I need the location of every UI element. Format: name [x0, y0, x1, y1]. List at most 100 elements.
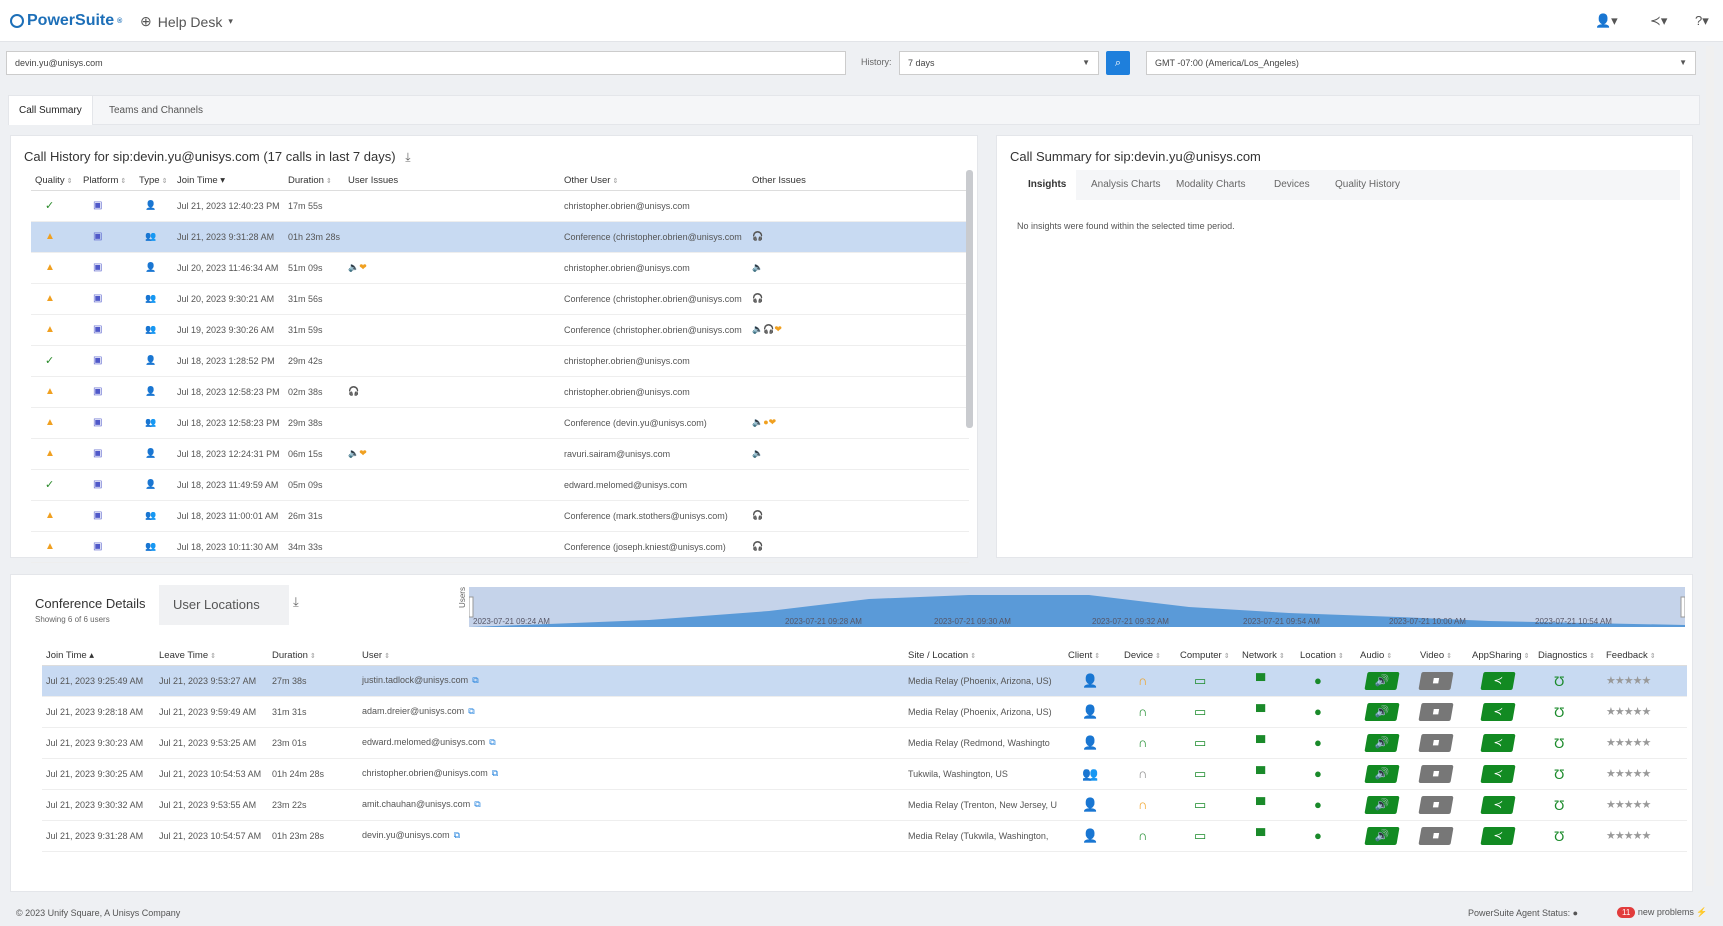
location-pin-icon[interactable]: ●	[1296, 789, 1356, 821]
col-quality[interactable]: Quality	[31, 172, 79, 191]
external-link-icon[interactable]: ⧉	[492, 768, 498, 778]
table-row[interactable]: ▲ ▣ 👥 Jul 21, 2023 9:31:28 AM 01h 23m 28…	[31, 221, 969, 253]
col-device[interactable]: Device	[1120, 647, 1176, 666]
tab-teams-and-channels[interactable]: Teams and Channels	[99, 96, 213, 125]
table-row[interactable]: Jul 21, 2023 9:30:32 AM Jul 21, 2023 9:5…	[42, 789, 1687, 821]
client-icon[interactable]: 👥	[1064, 758, 1120, 790]
tab-insights[interactable]: Insights	[1018, 170, 1077, 200]
appsharing-icon[interactable]: ≺	[1480, 702, 1516, 721]
col-platform[interactable]: Platform	[79, 172, 135, 191]
appsharing-icon[interactable]: ≺	[1480, 795, 1516, 814]
col-user[interactable]: User	[358, 647, 904, 666]
stethoscope-icon[interactable]: Ʊ	[1534, 789, 1602, 821]
audio-icon[interactable]: 🔊	[1364, 764, 1400, 783]
location-pin-icon[interactable]: ●	[1296, 758, 1356, 790]
video-icon[interactable]: ■	[1418, 764, 1454, 783]
computer-icon[interactable]: ▭	[1176, 727, 1238, 759]
table-row[interactable]: Jul 21, 2023 9:31:28 AM Jul 21, 2023 10:…	[42, 820, 1687, 852]
network-icon[interactable]: ▀	[1238, 665, 1296, 697]
tab-modality-charts[interactable]: Modality Charts	[1166, 170, 1255, 200]
col-site-location[interactable]: Site / Location	[904, 647, 1064, 666]
computer-icon[interactable]: ▭	[1176, 820, 1238, 852]
video-icon[interactable]: ■	[1418, 826, 1454, 845]
network-icon[interactable]: ▀	[1238, 696, 1296, 728]
user-cell[interactable]: edward.melomed@unisys.com ⧉	[358, 727, 904, 759]
col-appsharing[interactable]: AppSharing	[1468, 647, 1534, 666]
user-menu-icon[interactable]: 👤▾	[1595, 13, 1618, 29]
video-icon[interactable]: ■	[1418, 671, 1454, 690]
table-row[interactable]: ▲ ▣ 👤 Jul 18, 2023 12:24:31 PM 06m 15s 🔈…	[31, 438, 969, 470]
user-search-input[interactable]: devin.yu@unisys.com	[6, 51, 846, 75]
external-link-icon[interactable]: ⧉	[454, 830, 460, 840]
table-row[interactable]: ▲ ▣ 👥 Jul 18, 2023 11:00:01 AM 26m 31s C…	[31, 500, 969, 532]
network-icon[interactable]: ▀	[1238, 727, 1296, 759]
location-pin-icon[interactable]: ●	[1296, 820, 1356, 852]
table-row[interactable]: ▲ ▣ 👥 Jul 18, 2023 10:11:30 AM 34m 33s C…	[31, 531, 969, 563]
location-pin-icon[interactable]: ●	[1296, 665, 1356, 697]
col-location[interactable]: Location	[1296, 647, 1356, 666]
appsharing-icon[interactable]: ≺	[1480, 826, 1516, 845]
audio-icon[interactable]: 🔊	[1364, 826, 1400, 845]
table-row[interactable]: ✓ ▣ 👤 Jul 21, 2023 12:40:23 PM 17m 55s c…	[31, 190, 969, 222]
conference-timeline[interactable]: 2023-07-21 09:24 AM 2023-07-21 09:28 AM …	[469, 587, 1685, 627]
client-icon[interactable]: 👤	[1064, 696, 1120, 728]
table-row[interactable]: ▲ ▣ 👥 Jul 20, 2023 9:30:21 AM 31m 56s Co…	[31, 283, 969, 315]
tab-quality-history[interactable]: Quality History	[1325, 170, 1410, 200]
user-cell[interactable]: christopher.obrien@unisys.com ⧉	[358, 758, 904, 790]
appsharing-icon[interactable]: ≺	[1480, 671, 1516, 690]
headset-icon[interactable]: ∩	[1120, 789, 1176, 821]
computer-icon[interactable]: ▭	[1176, 789, 1238, 821]
call-history-scrollbar[interactable]	[966, 170, 973, 428]
user-cell[interactable]: devin.yu@unisys.com ⧉	[358, 820, 904, 852]
col-network[interactable]: Network	[1238, 647, 1296, 666]
col-feedback[interactable]: Feedback	[1602, 647, 1687, 666]
headset-icon[interactable]: ∩	[1120, 727, 1176, 759]
col-duration[interactable]: Duration	[284, 172, 344, 191]
col-type[interactable]: Type	[135, 172, 173, 191]
powersuite-logo[interactable]: PowerSuite ®	[10, 12, 122, 30]
tab-user-locations[interactable]: User Locations	[159, 585, 289, 625]
headset-icon[interactable]: ∩	[1120, 820, 1176, 852]
computer-icon[interactable]: ▭	[1176, 665, 1238, 697]
download-icon[interactable]: ⤓	[293, 594, 299, 610]
external-link-icon[interactable]: ⧉	[489, 737, 495, 747]
history-select[interactable]: 7 days ▼	[899, 51, 1099, 75]
video-icon[interactable]: ■	[1418, 702, 1454, 721]
computer-icon[interactable]: ▭	[1176, 758, 1238, 790]
user-cell[interactable]: justin.tadlock@unisys.com ⧉	[358, 665, 904, 697]
stethoscope-icon[interactable]: Ʊ	[1534, 820, 1602, 852]
stethoscope-icon[interactable]: Ʊ	[1534, 696, 1602, 728]
external-link-icon[interactable]: ⧉	[468, 706, 474, 716]
network-icon[interactable]: ▀	[1238, 789, 1296, 821]
stethoscope-icon[interactable]: Ʊ	[1534, 665, 1602, 697]
stethoscope-icon[interactable]: Ʊ	[1534, 758, 1602, 790]
video-icon[interactable]: ■	[1418, 733, 1454, 752]
client-icon[interactable]: 👤	[1064, 789, 1120, 821]
table-row[interactable]: Jul 21, 2023 9:30:25 AM Jul 21, 2023 10:…	[42, 758, 1687, 790]
download-icon[interactable]: ⤓	[405, 150, 410, 164]
external-link-icon[interactable]: ⧉	[472, 675, 478, 685]
client-icon[interactable]: 👤	[1064, 727, 1120, 759]
video-icon[interactable]: ■	[1418, 795, 1454, 814]
table-row[interactable]: ▲ ▣ 👤 Jul 18, 2023 12:58:23 PM 02m 38s 🎧…	[31, 376, 969, 408]
user-cell[interactable]: adam.dreier@unisys.com ⧉	[358, 696, 904, 728]
headset-icon[interactable]: ∩	[1120, 696, 1176, 728]
user-cell[interactable]: amit.chauhan@unisys.com ⧉	[358, 789, 904, 821]
audio-icon[interactable]: 🔊	[1364, 733, 1400, 752]
table-row[interactable]: Jul 21, 2023 9:25:49 AM Jul 21, 2023 9:5…	[42, 665, 1687, 697]
col-join-time[interactable]: Join Time ▴	[42, 647, 155, 666]
location-pin-icon[interactable]: ●	[1296, 696, 1356, 728]
page-scrollbar[interactable]	[1706, 46, 1714, 886]
col-duration[interactable]: Duration	[268, 647, 358, 666]
client-icon[interactable]: 👤	[1064, 820, 1120, 852]
table-row[interactable]: ✓ ▣ 👤 Jul 18, 2023 11:49:59 AM 05m 09s e…	[31, 469, 969, 501]
col-video[interactable]: Video	[1416, 647, 1468, 666]
tab-conference-details[interactable]: Conference Details	[35, 596, 146, 611]
col-join-time[interactable]: Join Time ▾	[173, 172, 284, 191]
help-menu-icon[interactable]: ?▾	[1695, 13, 1709, 29]
computer-icon[interactable]: ▭	[1176, 696, 1238, 728]
col-leave-time[interactable]: Leave Time	[155, 647, 268, 666]
appsharing-icon[interactable]: ≺	[1480, 733, 1516, 752]
col-audio[interactable]: Audio	[1356, 647, 1416, 666]
audio-icon[interactable]: 🔊	[1364, 671, 1400, 690]
